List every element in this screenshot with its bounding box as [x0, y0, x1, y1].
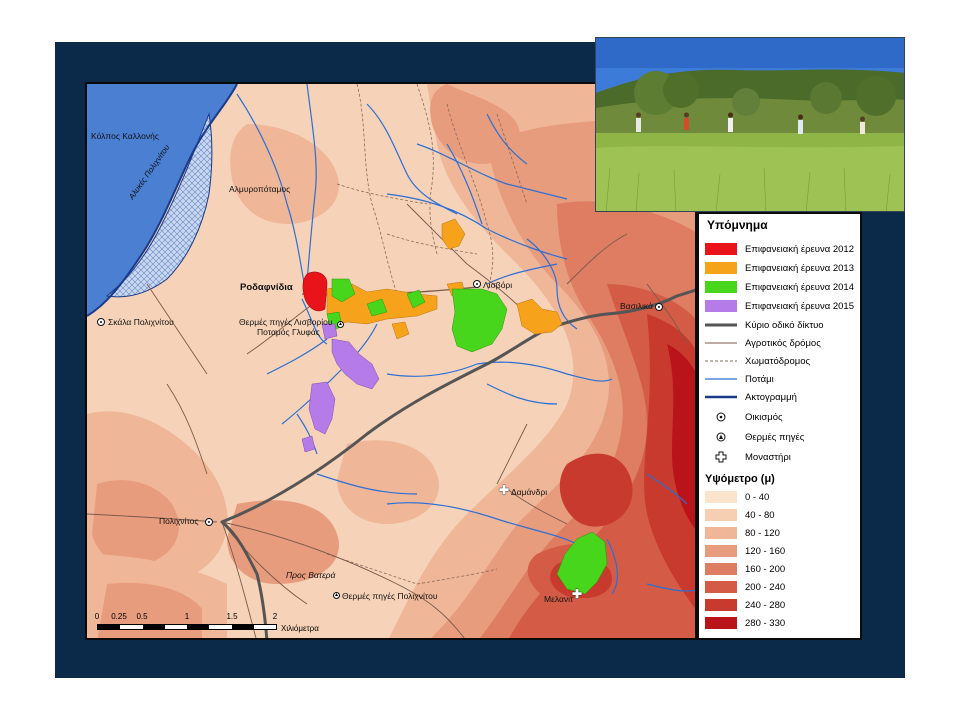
elevation-swatch — [705, 509, 737, 521]
legend-item-river: Ποτάμι — [705, 372, 857, 386]
monastery-icon — [705, 451, 737, 463]
legend-title: Υπόμνημα — [707, 218, 768, 232]
legend-item-elevation: 80 - 120 — [705, 526, 857, 540]
legend-label: Θερμές πηγές — [745, 431, 805, 443]
farm-road-line-icon — [705, 337, 737, 349]
legend-item-coastline: Ακτογραμμή — [705, 390, 857, 404]
legend-item-settlement: Οικισμός — [705, 410, 857, 424]
legend-label: Ποτάμι — [745, 373, 774, 385]
legend-item-elevation: 120 - 160 — [705, 544, 857, 558]
scale-tick: 0.25 — [111, 612, 127, 621]
scale-tick: 1.5 — [226, 612, 238, 621]
legend-item-elevation: 200 - 240 — [705, 580, 857, 594]
legend-item-elevation: 160 - 200 — [705, 562, 857, 576]
legend-label: Επιφανειακή έρευνα 2014 — [745, 281, 854, 293]
legend-label: 200 - 240 — [745, 581, 786, 593]
legend-label: 240 - 280 — [745, 599, 786, 611]
legend-swatch-survey-2014 — [705, 281, 737, 293]
legend-label: 280 - 330 — [745, 617, 786, 629]
coastline-line-icon — [705, 391, 737, 403]
melanta-label: Μελανιτ — [544, 594, 574, 604]
legend-label: Κύριο οδικό δίκτυο — [745, 319, 824, 331]
scale-tick: 0.5 — [136, 612, 148, 621]
legend-label: Επιφανειακή έρευνα 2013 — [745, 262, 854, 274]
monastery-melanta-marker[interactable]: ✚ — [572, 588, 582, 600]
legend-item-elevation: 0 - 40 — [705, 490, 857, 504]
field-photo — [595, 37, 905, 212]
settlement-polichnitos-marker[interactable] — [205, 518, 213, 526]
legend-item-hot-springs: Θερμές πηγές — [705, 430, 857, 444]
settlement-skala-marker[interactable] — [97, 318, 105, 326]
rodafnidia-label: Ροδαφνίδια — [240, 282, 293, 293]
elevation-swatch — [705, 545, 737, 557]
to-vatera-label: Προς Βατερά — [286, 570, 336, 580]
damandri-label: Δαμάνδρι — [511, 487, 548, 497]
legend-panel: Υπόμνημα Επιφανειακή έρευνα 2012 Επιφανε… — [697, 212, 862, 640]
settlement-vasilika-marker[interactable] — [655, 303, 663, 311]
hot-spring-icon — [705, 431, 737, 443]
legend-label: Αγροτικός δρόμος — [745, 337, 821, 349]
monastery-damandri-marker[interactable]: ✚ — [499, 484, 509, 496]
elevation-swatch — [705, 563, 737, 575]
polichnitos-label: Πολιχνίτος — [159, 516, 199, 526]
main-road-line-icon — [705, 319, 737, 331]
legend-label: 120 - 160 — [745, 545, 786, 557]
elevation-title: Υψόμετρο (μ) — [705, 473, 775, 485]
springs-lisvori-label-2: Ποταμός Γλυφάς — [257, 327, 320, 337]
legend-item-elevation: 240 - 280 — [705, 598, 857, 612]
scale-ticks: 0 0.25 0.5 1 1.5 2 — [94, 612, 297, 622]
scale-tick: 1 — [184, 612, 190, 621]
scale-unit: Χιλιόμετρα — [281, 624, 319, 633]
legend-label: Επιφανειακή έρευνα 2012 — [745, 243, 854, 255]
river-label: Αλμυροπόταμος — [229, 184, 291, 194]
legend-label: 160 - 200 — [745, 563, 786, 575]
legend-label: Ακτογραμμή — [745, 391, 797, 403]
springs-lisvori-label-1: Θερμές πηγές Λισβορίου — [239, 317, 333, 327]
legend-item-main-road: Κύριο οδικό δίκτυο — [705, 318, 857, 332]
elevation-swatch — [705, 491, 737, 503]
elevation-swatch — [705, 581, 737, 593]
lisvori-label: Λισβόρι — [483, 280, 513, 290]
settlement-icon — [705, 411, 737, 423]
legend-label: Επιφανειακή έρευνα 2015 — [745, 300, 854, 312]
legend-label: Χωματόδρομος — [745, 355, 811, 367]
legend-label: 80 - 120 — [745, 527, 780, 539]
legend-item-farm-road: Αγροτικός δρόμος — [705, 336, 857, 350]
spring-polichnitos-marker[interactable]: ▲ — [333, 592, 340, 599]
scale-tick: 2 — [272, 612, 278, 621]
legend-item-survey-2013: Επιφανειακή έρευνα 2013 — [705, 261, 857, 275]
legend-label: 0 - 40 — [745, 491, 770, 503]
spring-lisvori-marker[interactable]: ▲ — [337, 321, 344, 328]
legend-label: 40 - 80 — [745, 509, 775, 521]
scale-tick: 0 — [94, 612, 100, 621]
legend-swatch-survey-2013 — [705, 262, 737, 274]
scale-segments — [97, 624, 277, 630]
skala-label: Σκάλα Πολιχνίτου — [108, 317, 174, 327]
legend-item-elevation: 40 - 80 — [705, 508, 857, 522]
legend-item-dirt-track: Χωματόδρομος — [705, 354, 857, 368]
legend-item-survey-2015: Επιφανειακή έρευνα 2015 — [705, 299, 857, 313]
legend-item-survey-2014: Επιφανειακή έρευνα 2014 — [705, 280, 857, 294]
scale-bar: 0 0.25 0.5 1 1.5 2 Χιλιόμετρα — [94, 612, 377, 634]
legend-label: Οικισμός — [745, 411, 783, 423]
elevation-swatch — [705, 599, 737, 611]
river-line-icon — [705, 373, 737, 385]
gulf-label: Κόλπος Καλλονής — [91, 131, 159, 141]
legend-swatch-survey-2015 — [705, 300, 737, 312]
elevation-swatch — [705, 617, 737, 629]
vasilika-label: Βασιλικά — [620, 301, 653, 311]
dirt-track-line-icon — [705, 355, 737, 367]
legend-label: Μοναστήρι — [745, 451, 791, 463]
legend-item-elevation: 280 - 330 — [705, 616, 857, 630]
legend-swatch-survey-2012 — [705, 243, 737, 255]
elevation-swatch — [705, 527, 737, 539]
legend-item-survey-2012: Επιφανειακή έρευνα 2012 — [705, 242, 857, 256]
springs-polichnitos-label: Θερμές πηγές Πολιχνίτου — [342, 591, 438, 601]
field-photo-drawing — [596, 38, 904, 211]
settlement-lisvori-marker[interactable] — [473, 280, 481, 288]
legend-item-monastery: Μοναστήρι — [705, 450, 857, 464]
